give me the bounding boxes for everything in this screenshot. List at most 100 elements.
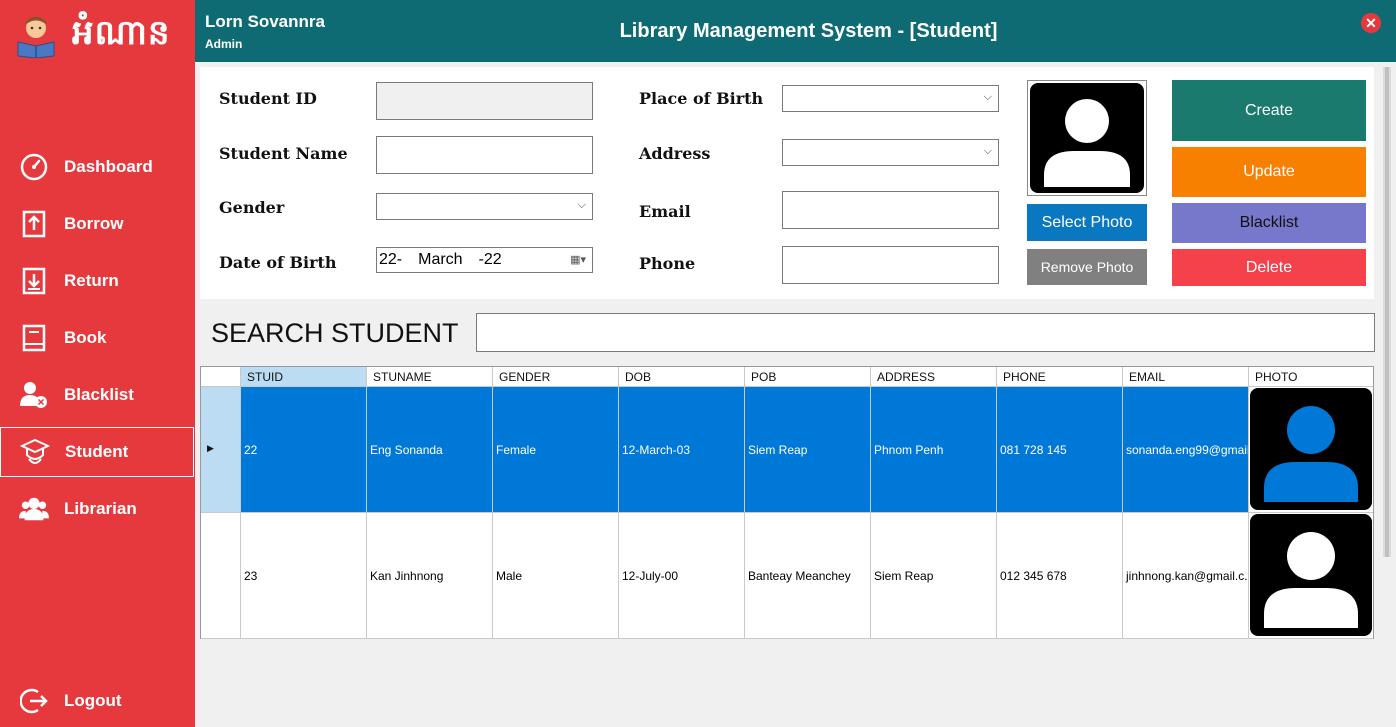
cell-address[interactable]: Siem Reap: [871, 513, 997, 639]
cell-photo[interactable]: [1249, 387, 1373, 513]
sidebar: អំណាន Dashboard Borrow Return Book Black…: [0, 0, 195, 727]
logout-label: Logout: [64, 691, 122, 710]
cell-stuname[interactable]: Eng Sonanda: [367, 387, 493, 513]
cell-dob[interactable]: 12-March-03: [619, 387, 745, 513]
search-input[interactable]: [476, 313, 1375, 352]
cell-gender[interactable]: Female: [493, 387, 619, 513]
scrollbar-thumb[interactable]: [1385, 67, 1389, 557]
column-header-gender[interactable]: GENDER: [493, 367, 619, 387]
pob-label: Place of Birth: [639, 89, 764, 108]
update-button[interactable]: Update: [1172, 147, 1366, 197]
logout-button[interactable]: Logout: [0, 676, 195, 726]
delete-button[interactable]: Delete: [1172, 249, 1366, 286]
cell-stuname[interactable]: Kan Jinhnong: [367, 513, 493, 639]
sidebar-item-label: Librarian: [64, 499, 137, 518]
user-silhouette-icon: [1264, 532, 1358, 628]
avatar: [1030, 83, 1144, 193]
student-id-field[interactable]: [376, 82, 593, 120]
sidebar-item-label: Book: [64, 328, 107, 347]
sidebar-item-blacklist[interactable]: Blacklist: [0, 370, 195, 420]
student-table: STUID STUNAME GENDER DOB POB ADDRESS PHO…: [200, 366, 1374, 639]
dob-year: -22: [478, 251, 502, 268]
pob-select[interactable]: ⌵: [782, 85, 999, 112]
column-header-email[interactable]: EMAIL: [1123, 367, 1249, 387]
sidebar-item-label: Blacklist: [64, 385, 134, 404]
column-header-dob[interactable]: DOB: [619, 367, 745, 387]
cell-gender[interactable]: Male: [493, 513, 619, 639]
librarian-users-icon: [19, 494, 49, 524]
search-label: SEARCH STUDENT: [211, 318, 459, 348]
dob-month: March: [418, 251, 463, 268]
column-header-photo[interactable]: PHOTO: [1249, 367, 1373, 387]
email-field[interactable]: [782, 191, 999, 229]
column-header-stuid[interactable]: STUID: [241, 367, 367, 387]
column-header-address[interactable]: ADDRESS: [871, 367, 997, 387]
page-title: Library Management System - [Student]: [619, 20, 998, 42]
blacklist-button[interactable]: Blacklist: [1172, 203, 1366, 243]
sidebar-item-return[interactable]: Return: [0, 256, 195, 306]
user-silhouette-icon: [1044, 99, 1130, 187]
table-row[interactable]: 23 Kan Jinhnong Male 12-July-00 Banteay …: [201, 513, 1373, 639]
blacklist-user-icon: [19, 380, 49, 410]
sidebar-item-label: Dashboard: [64, 157, 153, 176]
return-download-icon: [19, 266, 49, 296]
reader-logo-icon: [17, 17, 55, 58]
email-label: Email: [639, 202, 691, 221]
create-button[interactable]: Create: [1172, 80, 1366, 141]
select-photo-button[interactable]: Select Photo: [1027, 204, 1147, 241]
address-label: Address: [639, 144, 711, 163]
user-silhouette-icon: [1264, 406, 1358, 502]
student-form-panel: Student ID Student Name Gender ⌵ Date of…: [200, 67, 1374, 299]
book-icon: [19, 323, 49, 353]
dob-date-picker[interactable]: 22- March -22 ▦▾: [376, 247, 593, 273]
sidebar-item-borrow[interactable]: Borrow: [0, 199, 195, 249]
cell-stuid[interactable]: 23: [241, 513, 367, 639]
cell-phone[interactable]: 012 345 678: [997, 513, 1123, 639]
dashboard-gauge-icon: [19, 152, 49, 182]
sidebar-item-librarian[interactable]: Librarian: [0, 484, 195, 534]
logo-text: អំណាន: [72, 13, 171, 53]
address-select[interactable]: ⌵: [782, 139, 999, 166]
sidebar-item-book[interactable]: Book: [0, 313, 195, 363]
sidebar-item-label: Return: [64, 271, 119, 290]
student-name-label: Student Name: [219, 144, 348, 163]
phone-label: Phone: [639, 254, 696, 273]
cell-pob[interactable]: Banteay Meanchey: [745, 513, 871, 639]
chevron-down-icon: ⌵: [577, 199, 586, 211]
phone-field[interactable]: [782, 246, 999, 284]
cell-pob[interactable]: Siem Reap: [745, 387, 871, 513]
sidebar-item-dashboard[interactable]: Dashboard: [0, 142, 195, 192]
row-selector[interactable]: ▶: [201, 387, 241, 513]
header-bar: Lorn Sovannra Admin Library Management S…: [195, 0, 1396, 62]
close-button[interactable]: ✕: [1361, 13, 1381, 33]
cell-phone[interactable]: 081 728 145: [997, 387, 1123, 513]
sidebar-item-student[interactable]: Student: [0, 427, 194, 477]
cell-email[interactable]: jinhnong.kan@gmail.c...: [1123, 513, 1249, 639]
gender-select[interactable]: ⌵: [376, 193, 593, 220]
dob-day: 22-: [379, 251, 403, 268]
cell-address[interactable]: Phnom Penh: [871, 387, 997, 513]
student-name-field[interactable]: [376, 136, 593, 174]
avatar: [1250, 514, 1372, 636]
column-header-phone[interactable]: PHONE: [997, 367, 1123, 387]
student-id-label: Student ID: [219, 89, 317, 108]
sidebar-item-label: Student: [65, 442, 129, 461]
row-selector[interactable]: [201, 513, 241, 639]
column-header-pob[interactable]: POB: [745, 367, 871, 387]
table-row[interactable]: ▶ 22 Eng Sonanda Female 12-March-03 Siem…: [201, 387, 1373, 513]
cell-photo[interactable]: [1249, 513, 1373, 639]
avatar: [1250, 388, 1372, 510]
calendar-dropdown-icon[interactable]: ▦▾: [570, 253, 586, 266]
remove-photo-button[interactable]: Remove Photo: [1027, 249, 1147, 285]
borrow-upload-icon: [19, 209, 49, 239]
chevron-down-icon: ⌵: [983, 145, 992, 157]
row-header-corner: [201, 367, 241, 387]
logout-icon: [19, 686, 49, 716]
row-pointer-icon: ▶: [207, 443, 214, 453]
cell-dob[interactable]: 12-July-00: [619, 513, 745, 639]
cell-email[interactable]: sonanda.eng99@gmail....: [1123, 387, 1249, 513]
sidebar-item-label: Borrow: [64, 214, 124, 233]
column-header-stuname[interactable]: STUNAME: [367, 367, 493, 387]
gender-label: Gender: [219, 198, 285, 217]
cell-stuid[interactable]: 22: [241, 387, 367, 513]
